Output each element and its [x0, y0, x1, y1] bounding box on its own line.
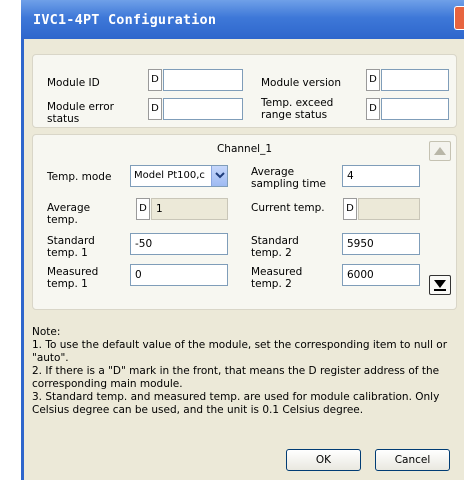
scroll-up-button[interactable]	[429, 141, 451, 161]
temp-mode-value: Model Pt100,c	[134, 170, 205, 181]
channel-panel: Channel_1 Temp. mode Model Pt100,c Avera…	[32, 134, 457, 310]
temp-mode-select[interactable]: Model Pt100,c	[130, 165, 228, 187]
temp-exceed-label: Temp. exceed range status	[261, 97, 334, 121]
temp-mode-label: Temp. mode	[47, 171, 112, 183]
channel-title: Channel_1	[216, 143, 273, 155]
note-item-3: 3. Standard temp. and measured temp. are…	[32, 391, 440, 416]
notes-section: Note: 1. To use the default value of the…	[32, 326, 460, 417]
avg-temp-label: Average temp.	[47, 202, 91, 226]
window-title: IVC1-4PT Configuration	[33, 12, 217, 28]
chevron-down-icon	[215, 172, 225, 179]
dialog-body: Module ID D Module version D Module erro…	[21, 39, 464, 480]
avg-temp-field: 1	[151, 198, 228, 220]
title-bar[interactable]: IVC1-4PT Configuration	[21, 0, 464, 39]
meas2-label: Measured temp. 2	[251, 266, 303, 290]
temp-exceed-prefix: D	[366, 98, 380, 120]
close-icon[interactable]	[454, 6, 464, 30]
std1-label: Standard temp. 1	[47, 235, 95, 259]
avg-temp-prefix: D	[136, 198, 150, 220]
triangle-up-icon	[434, 147, 446, 155]
avg-sampling-field[interactable]: 4	[342, 165, 420, 187]
note-heading: Note:	[32, 326, 61, 338]
config-window: IVC1-4PT Configuration Module ID D Modul…	[21, 0, 464, 480]
meas1-field[interactable]: 0	[130, 264, 228, 286]
module-id-label: Module ID	[47, 77, 100, 89]
ok-button[interactable]: OK	[286, 449, 361, 471]
note-item-2: 2. If there is a "D" mark in the front, …	[32, 365, 440, 390]
triangle-down-icon	[434, 280, 446, 291]
temp-exceed-field[interactable]	[381, 98, 449, 120]
note-item-1: 1. To use the default value of the modul…	[32, 339, 448, 364]
meas1-label: Measured temp. 1	[47, 266, 99, 290]
avg-sampling-label: Average sampling time	[251, 166, 327, 190]
std2-label: Standard temp. 2	[251, 235, 299, 259]
cancel-button[interactable]: Cancel	[375, 449, 450, 471]
scroll-down-button[interactable]	[429, 275, 451, 295]
module-version-label: Module version	[261, 77, 341, 89]
dropdown-button[interactable]	[211, 166, 227, 186]
meas2-field[interactable]: 6000	[342, 264, 420, 286]
module-error-field[interactable]	[163, 98, 243, 120]
module-error-prefix: D	[148, 98, 162, 120]
module-version-field[interactable]	[381, 69, 449, 91]
current-temp-prefix: D	[343, 198, 357, 220]
current-temp-field	[358, 198, 420, 220]
std2-field[interactable]: 5950	[342, 233, 420, 255]
current-temp-label: Current temp.	[251, 202, 325, 214]
module-id-field[interactable]	[163, 69, 243, 91]
module-version-prefix: D	[366, 69, 380, 91]
module-info-panel: Module ID D Module version D Module erro…	[32, 54, 457, 128]
module-id-prefix: D	[148, 69, 162, 91]
std1-field[interactable]: -50	[130, 233, 228, 255]
module-error-label: Module error status	[47, 101, 114, 125]
